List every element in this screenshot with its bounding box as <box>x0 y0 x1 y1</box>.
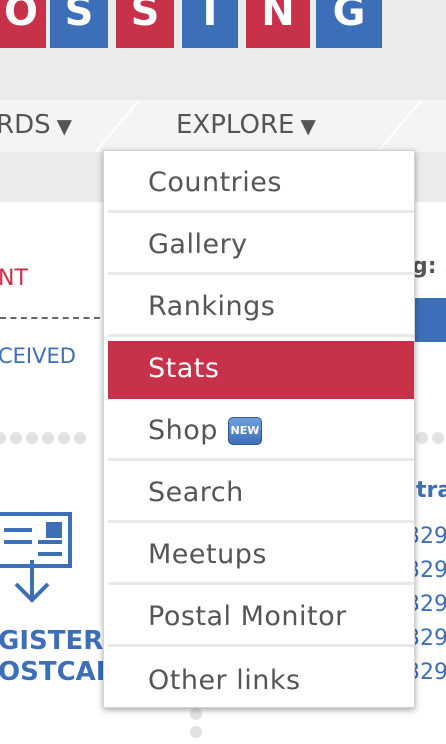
sent-link[interactable]: NT <box>0 266 28 291</box>
menu-item-rankings[interactable]: Rankings <box>108 279 414 337</box>
menu-item-postal-monitor[interactable]: Postal Monitor <box>108 589 414 647</box>
logo-flag: S <box>116 0 174 48</box>
logo-flag: O <box>0 0 46 48</box>
progress-bar <box>410 298 446 342</box>
main-nav: RDS ▼ EXPLORE ▼ <box>0 100 446 152</box>
menu-item-search[interactable]: Search <box>108 465 414 523</box>
postcard-icon[interactable] <box>0 500 78 610</box>
chevron-down-icon: ▼ <box>300 114 316 138</box>
menu-item-label: Shop <box>148 415 218 446</box>
menu-item-gallery[interactable]: Gallery <box>108 217 414 275</box>
divider <box>0 317 100 319</box>
nav-divider <box>93 100 140 152</box>
explore-dropdown-menu: Countries Gallery Rankings Stats Shop NEW… <box>103 150 415 708</box>
received-link[interactable]: CEIVED <box>0 344 76 368</box>
dotted-separator <box>190 708 202 738</box>
dotted-separator <box>0 432 86 444</box>
menu-item-label: Meetups <box>148 539 267 570</box>
logo-flag: G <box>316 0 382 48</box>
menu-item-label: Other links <box>148 664 301 696</box>
nav-explore[interactable]: EXPLORE ▼ <box>176 110 316 140</box>
menu-item-shop[interactable]: Shop NEW <box>108 403 414 461</box>
logo-flag: I <box>182 0 238 48</box>
menu-item-label: Rankings <box>148 291 276 322</box>
menu-item-label: Postal Monitor <box>148 601 347 632</box>
travelling-link[interactable]: tra <box>416 478 446 503</box>
chevron-down-icon: ▼ <box>56 114 72 138</box>
menu-item-label: Gallery <box>148 229 248 260</box>
nav-cards-label: RDS <box>0 110 51 140</box>
menu-item-stats[interactable]: Stats <box>108 341 414 399</box>
nav-explore-label: EXPLORE <box>176 110 295 140</box>
register-label-1[interactable]: GISTER <box>0 626 103 656</box>
nav-divider <box>375 100 422 152</box>
menu-item-other-links[interactable]: Other links <box>108 651 414 709</box>
logo-flag: S <box>50 0 108 48</box>
menu-item-label: Search <box>148 477 244 508</box>
menu-item-label: Stats <box>148 353 220 384</box>
menu-item-meetups[interactable]: Meetups <box>108 527 414 585</box>
logo-flag: N <box>246 0 310 48</box>
new-badge-icon: NEW <box>227 416 262 445</box>
right-label: g: 5 <box>412 254 446 279</box>
dotted-separator <box>416 432 444 444</box>
nav-cards[interactable]: RDS ▼ <box>0 110 72 140</box>
register-label-2[interactable]: OSTCAR <box>0 657 116 687</box>
menu-item-label: Countries <box>148 167 282 198</box>
menu-item-countries[interactable]: Countries <box>108 155 414 213</box>
